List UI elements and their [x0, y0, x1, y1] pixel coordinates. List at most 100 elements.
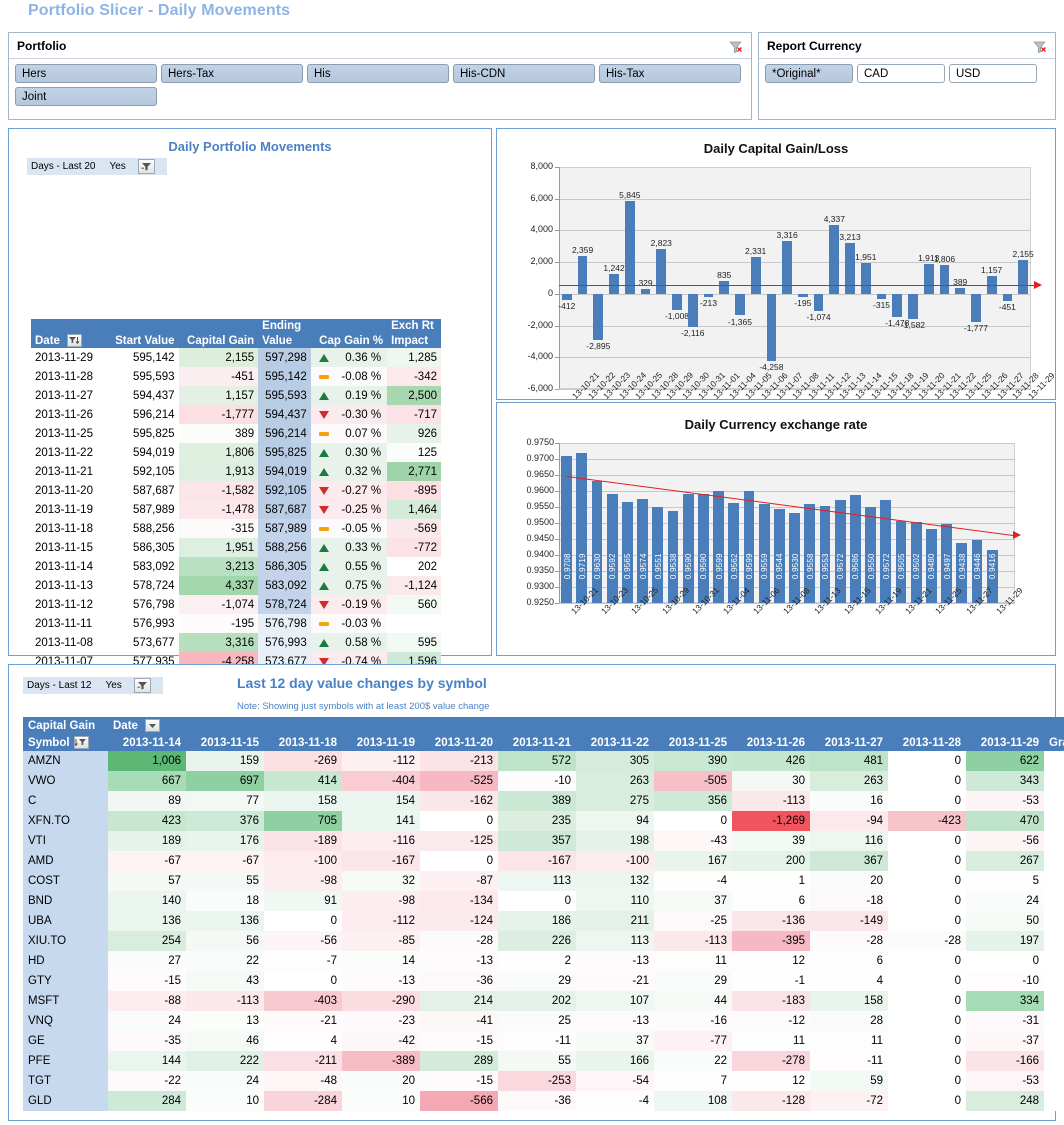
- slicer-item-usd[interactable]: USD: [949, 64, 1037, 83]
- th-date-2013-11-18[interactable]: 2013-11-18: [264, 734, 342, 751]
- cell-value: -11: [498, 1031, 576, 1051]
- bar: [955, 288, 965, 294]
- clear-filter-icon[interactable]: [1032, 38, 1048, 54]
- table-row: 2013-11-08573,6773,316576,9930.58 %595: [31, 633, 441, 652]
- cell-grand-total: 226: [1044, 871, 1064, 891]
- th-exch-impact[interactable]: Impact: [387, 333, 441, 348]
- th-date-2013-11-15[interactable]: 2013-11-15: [186, 734, 264, 751]
- cell-start-value: 594,437: [107, 386, 179, 405]
- movements-days-filter[interactable]: Days - Last 20 Yes: [27, 158, 167, 175]
- slicer-item-joint[interactable]: Joint: [15, 87, 157, 106]
- cell-start-value: 573,677: [107, 633, 179, 652]
- cell-start-value: 586,305: [107, 538, 179, 557]
- cell-cap-gain-pct: 0.36 %: [311, 348, 387, 367]
- bar-data-label: 0.9505: [897, 521, 906, 579]
- slicer-item-hers-tax[interactable]: Hers-Tax: [161, 64, 303, 83]
- table-row: PFE144222-211-3892895516622-278-110-166-…: [23, 1051, 1064, 1071]
- cell-value: 0: [888, 771, 966, 791]
- cell-value: 29: [498, 971, 576, 991]
- cell-exch-impact: 202: [387, 557, 441, 576]
- cell-value: 197: [966, 931, 1044, 951]
- bar-data-label: -451: [983, 302, 1031, 312]
- th-start-value[interactable]: Start Value: [107, 333, 179, 348]
- cell-value: -15: [420, 1031, 498, 1051]
- th-date-2013-11-26[interactable]: 2013-11-26: [732, 734, 810, 751]
- th-date-2013-11-22[interactable]: 2013-11-22: [576, 734, 654, 751]
- slicer-item-cad[interactable]: CAD: [857, 64, 945, 83]
- th-date-2013-11-20[interactable]: 2013-11-20: [420, 734, 498, 751]
- cell-value: -54: [576, 1071, 654, 1091]
- cell-start-value: 576,798: [107, 595, 179, 614]
- sort-filter-icon[interactable]: [67, 334, 82, 347]
- cell-value: -98: [342, 891, 420, 911]
- bar-data-label: 0.9586: [851, 521, 860, 579]
- slicer-item-original[interactable]: *Original*: [765, 64, 853, 83]
- cell-value: 426: [732, 751, 810, 771]
- th-date-2013-11-27[interactable]: 2013-11-27: [810, 734, 888, 751]
- cell-grand-total: -155: [1044, 1051, 1064, 1071]
- symbols-days-filter[interactable]: Days - Last 12 Yes: [23, 677, 163, 694]
- cell-value: 470: [966, 811, 1044, 831]
- table-row: 2013-11-21592,1051,913594,0190.32 %2,771: [31, 462, 441, 481]
- bar-data-label: 835: [700, 270, 748, 280]
- cell-value: -56: [264, 931, 342, 951]
- th-ending-value[interactable]: Value: [258, 333, 311, 348]
- sort-filter-icon[interactable]: [74, 736, 89, 749]
- cell-value: -94: [810, 811, 888, 831]
- cell-capital-gain: -195: [179, 614, 259, 633]
- th-capital-gain[interactable]: Capital Gain: [179, 333, 259, 348]
- th-date-2013-11-28[interactable]: 2013-11-28: [888, 734, 966, 751]
- th-date-2013-11-25[interactable]: 2013-11-25: [654, 734, 732, 751]
- cell-start-value: 594,019: [107, 443, 179, 462]
- cap-gain-pct-value: -0.30 %: [333, 409, 381, 421]
- bar-data-label: -1,365: [716, 317, 764, 327]
- th-date[interactable]: Date: [31, 333, 107, 348]
- y-axis-tick-label: 0.9350: [504, 565, 554, 575]
- cell-value: 0: [420, 851, 498, 871]
- cell-value: -566: [420, 1091, 498, 1111]
- cell-date: 2013-11-18: [31, 519, 107, 538]
- th-date-2013-11-14[interactable]: 2013-11-14: [108, 734, 186, 751]
- movements-filter-dropdown-icon[interactable]: [138, 159, 155, 174]
- bar: [845, 243, 855, 294]
- y-axis-tick-label: 0: [507, 288, 553, 298]
- cell-value: 0: [888, 991, 966, 1011]
- th-cap-gain-pct[interactable]: Cap Gain %: [311, 333, 387, 348]
- cell-cap-gain-pct: -0.30 %: [311, 405, 387, 424]
- cell-value: 343: [966, 771, 1044, 791]
- cap-gain-pct-value: 0.07 %: [333, 428, 381, 440]
- cell-value: -100: [576, 851, 654, 871]
- cell-start-value: 595,593: [107, 367, 179, 386]
- arrow-down-icon: [319, 506, 329, 514]
- table-row: 2013-11-14583,0923,213586,3050.55 %202: [31, 557, 441, 576]
- cell-value: 226: [498, 931, 576, 951]
- y-axis-tick-label: 0.9550: [504, 501, 554, 511]
- clear-filter-icon[interactable]: [728, 38, 744, 54]
- arrow-up-icon: [319, 354, 329, 362]
- th-date-2013-11-19[interactable]: 2013-11-19: [342, 734, 420, 751]
- th-date-2013-11-29[interactable]: 2013-11-29: [966, 734, 1044, 751]
- slicer-item-his-cdn[interactable]: His-CDN: [453, 64, 595, 83]
- cell-value: 0: [264, 911, 342, 931]
- th-date-2013-11-21[interactable]: 2013-11-21: [498, 734, 576, 751]
- slicer-item-his[interactable]: His: [307, 64, 449, 83]
- th-symbol[interactable]: Symbol: [23, 734, 108, 751]
- th-date-label: Date: [35, 335, 60, 347]
- bar-data-label: -213: [684, 298, 732, 308]
- symbols-filter-dropdown-icon[interactable]: [134, 678, 151, 693]
- cell-value: 214: [420, 991, 498, 1011]
- slicer-item-his-tax[interactable]: His-Tax: [599, 64, 741, 83]
- cell-value: 1: [732, 871, 810, 891]
- cell-date: 2013-11-14: [31, 557, 107, 576]
- chevron-down-icon[interactable]: [145, 719, 160, 732]
- bar-data-label: 0.9590: [684, 521, 693, 579]
- cell-value: 27: [108, 951, 186, 971]
- panel-daily-portfolio-movements: Daily Portfolio Movements Days - Last 20…: [8, 128, 492, 656]
- trendline-arrow-icon: [1013, 531, 1021, 539]
- slicer-item-hers[interactable]: Hers: [15, 64, 157, 83]
- cell-capital-gain: 1,806: [179, 443, 259, 462]
- cell-value: -53: [966, 1071, 1044, 1091]
- table-row: 2013-11-18588,256-315587,989-0.05 %-569: [31, 519, 441, 538]
- th-date-dim[interactable]: Date: [108, 717, 264, 734]
- y-axis-tick: [555, 603, 559, 604]
